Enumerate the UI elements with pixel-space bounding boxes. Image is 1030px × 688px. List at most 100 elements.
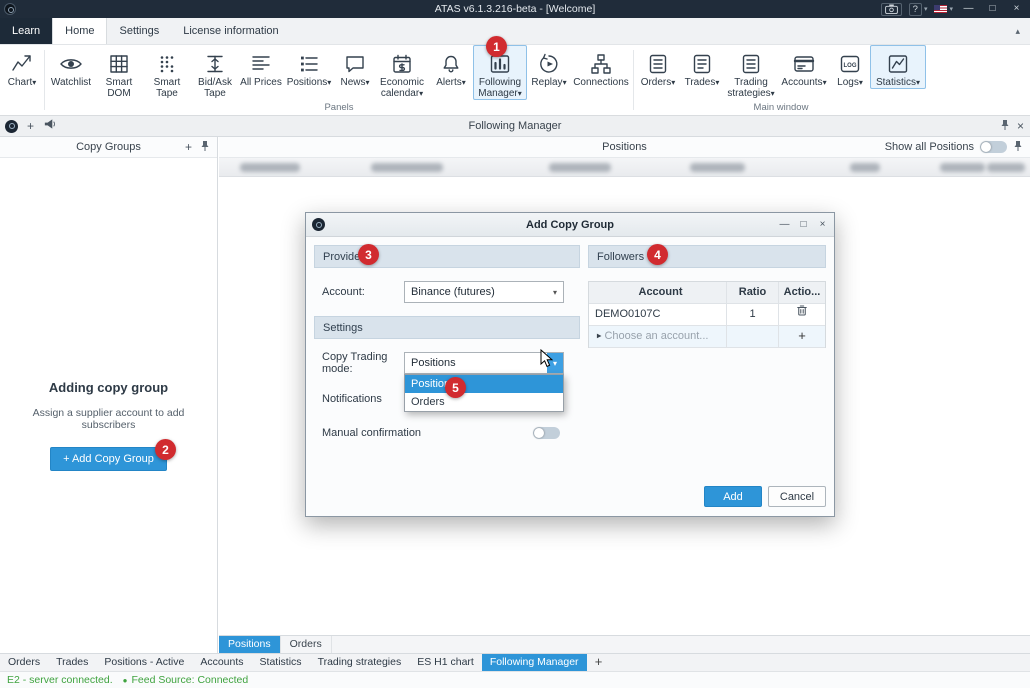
pin-icon[interactable]: [200, 140, 210, 155]
tab-trading-strategies[interactable]: Trading strategies: [310, 654, 410, 671]
active-document-title: Following Manager: [0, 120, 1030, 132]
manual-confirmation-toggle[interactable]: [533, 427, 560, 439]
blurred-column-header: [371, 163, 443, 172]
ribbon-button-alerts[interactable]: Alerts: [429, 45, 473, 89]
tab-orders-inner[interactable]: Orders: [281, 636, 332, 653]
ribbon-button-trading-strategies[interactable]: Trading strategies: [724, 45, 778, 100]
ribbon-button-watchlist[interactable]: Watchlist: [47, 45, 95, 89]
account-label: Account:: [322, 286, 404, 298]
followers-table: Account Ratio Actio... DEMO0107C 1 Choos…: [588, 281, 826, 348]
chevron-down-icon: [366, 77, 370, 88]
chevron-down-icon: [32, 77, 36, 88]
tab-license-information[interactable]: License information: [171, 18, 290, 44]
dropdown-option-positions[interactable]: Positions: [405, 375, 563, 393]
help-icon: [909, 3, 922, 16]
dialog-maximize-button[interactable]: [794, 213, 813, 236]
button-label: Replay: [531, 77, 562, 88]
tab-es-h1-chart[interactable]: ES H1 chart: [409, 654, 482, 671]
dialog-close-button[interactable]: [813, 213, 832, 236]
notifications-label: Notifications: [322, 393, 404, 405]
blurred-column-header: [987, 163, 1025, 172]
dialog-titlebar: Add Copy Group: [306, 213, 834, 237]
ribbon-button-all-prices[interactable]: All Prices: [239, 45, 283, 89]
choose-account-placeholder: Choose an account...: [604, 330, 708, 342]
add-tab-button[interactable]: [587, 654, 611, 671]
empty-state-title: Adding copy group: [0, 380, 217, 395]
table-row[interactable]: DEMO0107C 1: [589, 304, 825, 326]
add-follower-button[interactable]: [779, 326, 825, 347]
tab-home[interactable]: Home: [52, 18, 107, 44]
ribbon-button-connections[interactable]: Connections: [571, 45, 631, 89]
close-button[interactable]: [1008, 0, 1025, 18]
tab-trades[interactable]: Trades: [48, 654, 96, 671]
tab-positions-active[interactable]: Positions - Active: [96, 654, 192, 671]
copy-mode-label: Copy Trading mode:: [322, 351, 404, 375]
tab-statistics[interactable]: Statistics: [252, 654, 310, 671]
annotation-badge-2: 2: [155, 439, 176, 460]
tab-orders[interactable]: Orders: [0, 654, 48, 671]
cancel-button[interactable]: Cancel: [768, 486, 826, 507]
tab-accounts[interactable]: Accounts: [192, 654, 251, 671]
provider-section-header: Provider: [314, 245, 580, 268]
ribbon-button-news[interactable]: News: [335, 45, 375, 89]
document-icon: [689, 50, 715, 77]
ribbon-collapse-button[interactable]: [1015, 26, 1020, 37]
tab-following-manager[interactable]: Following Manager: [482, 654, 587, 671]
close-panel-button[interactable]: [1017, 119, 1024, 133]
maximize-button[interactable]: [984, 0, 1001, 18]
add-group-icon-button[interactable]: [185, 140, 192, 154]
table-row-new[interactable]: Choose an account...: [589, 326, 825, 348]
tab-learn[interactable]: Learn: [0, 18, 52, 44]
show-all-positions-toggle[interactable]: [980, 141, 1007, 153]
ribbon-button-positions[interactable]: Positions: [283, 45, 335, 89]
ribbon-separator: [633, 50, 634, 110]
dropdown-option-orders[interactable]: Orders: [405, 393, 563, 411]
ribbon-button-accounts[interactable]: Accounts: [778, 45, 830, 89]
ribbon-button-bid-ask-tape[interactable]: Bid/Ask Tape: [191, 45, 239, 100]
pin-icon[interactable]: [1013, 140, 1023, 155]
network-icon: [588, 50, 614, 77]
add-copy-group-button[interactable]: + Add Copy Group: [50, 447, 167, 471]
ribbon-button-smart-tape[interactable]: Smart Tape: [143, 45, 191, 100]
screenshot-button[interactable]: [881, 3, 902, 16]
ribbon-button-chart[interactable]: Chart: [2, 45, 42, 89]
account-row: Account: Binance (futures): [314, 281, 580, 303]
tab-positions-inner[interactable]: Positions: [219, 636, 281, 653]
column-ratio: Ratio: [727, 282, 779, 303]
price-lines-icon: [248, 50, 274, 77]
tab-settings[interactable]: Settings: [107, 18, 171, 44]
follower-account-cell: DEMO0107C: [589, 304, 727, 325]
ribbon-button-orders[interactable]: Orders: [636, 45, 680, 89]
pin-icon[interactable]: [1000, 119, 1010, 134]
atas-dialog-icon: [312, 218, 325, 231]
copy-mode-select-value: Positions: [405, 357, 547, 369]
ribbon-button-replay[interactable]: Replay: [527, 45, 571, 89]
chart-icon: [9, 50, 35, 77]
feed-status: Feed Source: Connected: [131, 674, 248, 686]
chevron-down-icon[interactable]: [547, 282, 563, 302]
ribbon-button-economic-calendar[interactable]: Economic calendar: [375, 45, 429, 100]
help-button[interactable]: [909, 3, 928, 16]
ribbon-group-chart: Chart: [2, 45, 42, 115]
choose-account-cell[interactable]: Choose an account...: [589, 326, 727, 347]
ribbon-button-statistics[interactable]: Statistics: [870, 45, 926, 89]
ribbon-button-logs[interactable]: LOG Logs: [830, 45, 870, 89]
provider-column: Provider Account: Binance (futures) Sett…: [314, 245, 580, 509]
replay-icon: [536, 50, 562, 77]
delete-follower-button[interactable]: [779, 304, 825, 325]
column-actions: Actio...: [779, 282, 825, 303]
language-button[interactable]: [934, 5, 953, 13]
bell-icon: [438, 50, 464, 77]
minimize-button[interactable]: [960, 0, 977, 18]
new-ratio-cell[interactable]: [727, 326, 779, 347]
add-button[interactable]: Add: [704, 486, 762, 507]
feed-status-dot: [123, 674, 128, 686]
flag-icon: [934, 5, 947, 13]
ribbon-button-smart-dom[interactable]: Smart DOM: [95, 45, 143, 100]
account-select[interactable]: Binance (futures): [404, 281, 564, 303]
ribbon-button-trades[interactable]: Trades: [680, 45, 724, 89]
status-bar: E2 - server connected. Feed Source: Conn…: [0, 671, 1030, 688]
dialog-minimize-button[interactable]: [775, 213, 794, 236]
manual-confirmation-row: Manual confirmation: [314, 422, 580, 444]
follower-ratio-cell[interactable]: 1: [727, 304, 779, 325]
